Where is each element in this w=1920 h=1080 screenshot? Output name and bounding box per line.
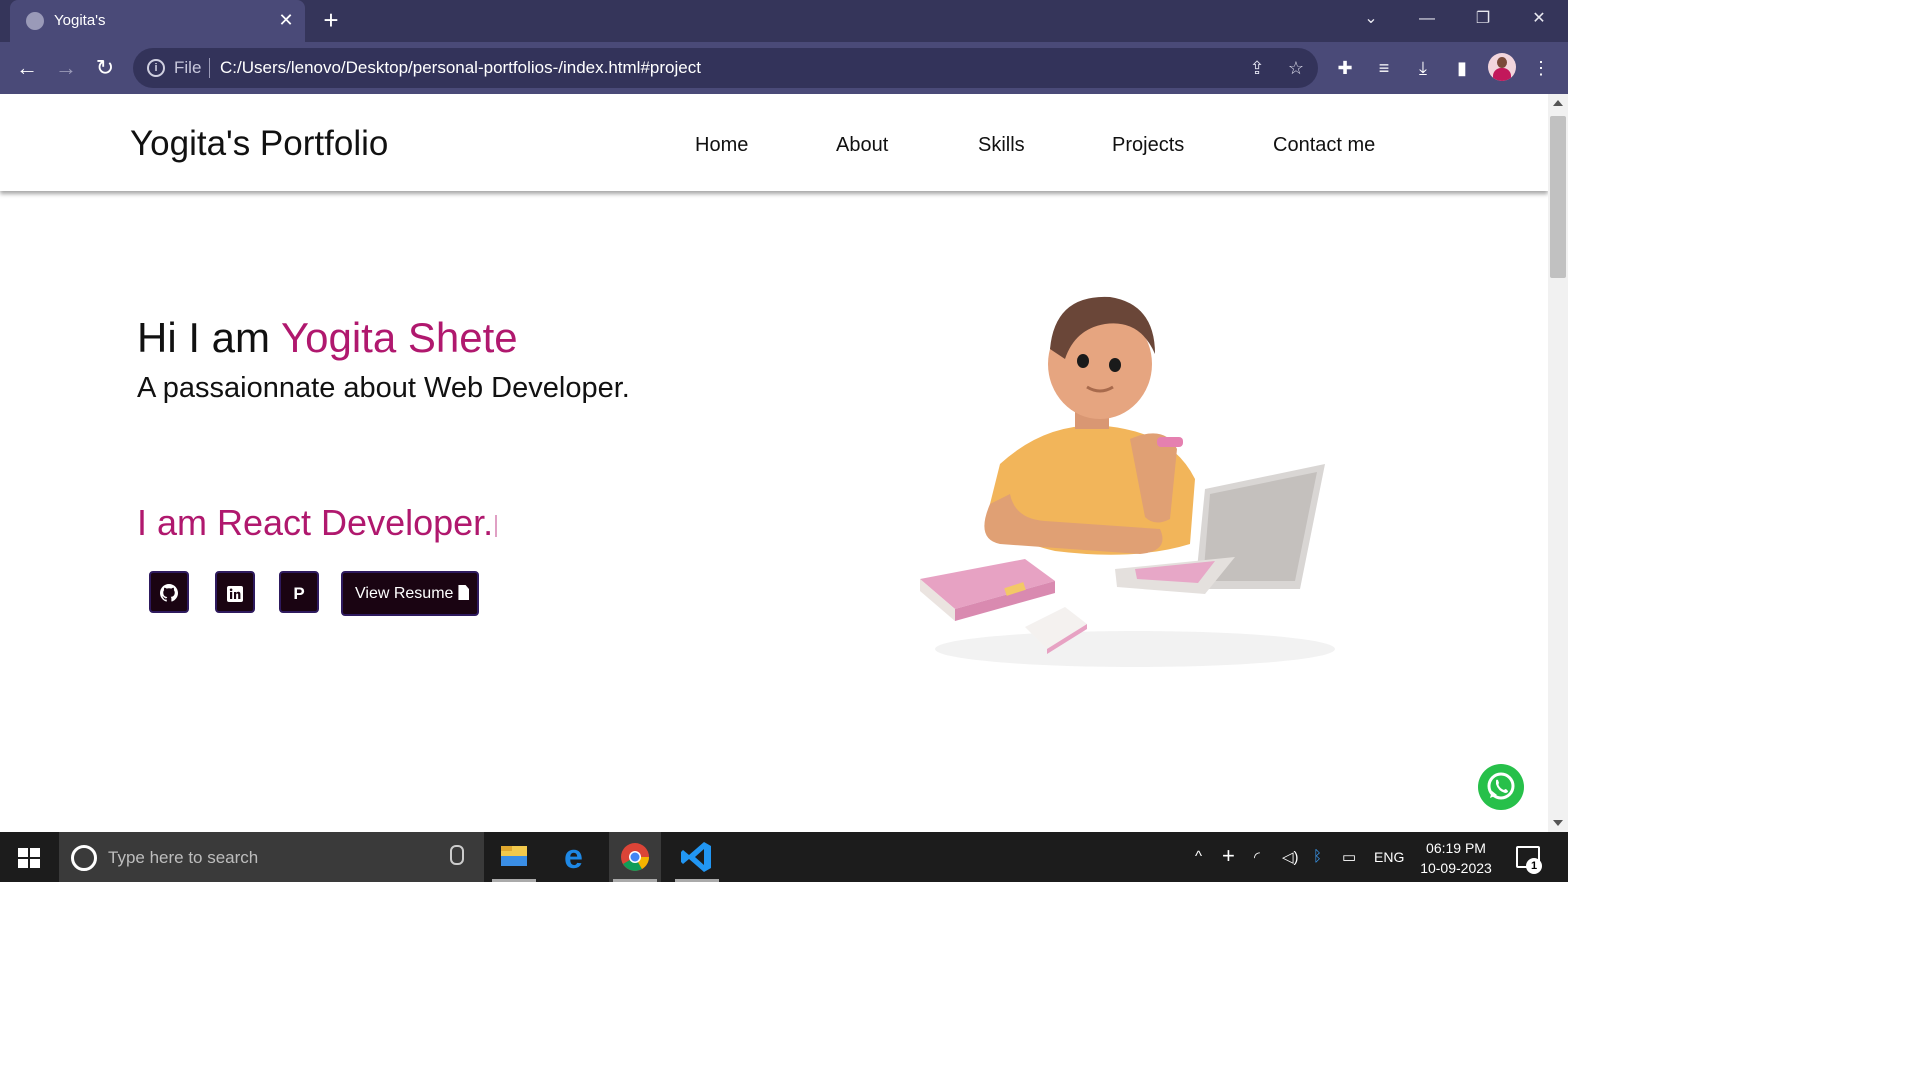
globe-icon (26, 12, 44, 30)
p-letter-icon: P (293, 584, 305, 603)
taskbar-search-box[interactable]: Type here to search (59, 832, 484, 882)
bluetooth-icon[interactable]: ᛒ (1313, 848, 1322, 865)
page-viewport: Yogita's Portfolio Home About Skills Pro… (0, 94, 1548, 832)
page-scrollbar[interactable] (1548, 94, 1568, 832)
volume-icon[interactable]: ◁) (1282, 848, 1299, 866)
scroll-down-arrow-icon[interactable] (1553, 820, 1563, 826)
vscode-taskbar-app[interactable] (671, 832, 723, 882)
close-tab-icon[interactable]: ✕ (274, 8, 298, 32)
cortana-icon (71, 845, 97, 871)
typing-caret (495, 515, 498, 537)
hero-tagline: A passaionnate about Web Developer. (137, 372, 630, 404)
hero-greeting: Hi I am (137, 314, 281, 361)
clock-date: 10-09-2023 (1420, 860, 1492, 876)
scroll-up-arrow-icon[interactable] (1553, 100, 1563, 106)
github-icon (160, 584, 178, 602)
nav-home[interactable]: Home (695, 134, 748, 157)
plus-tray-icon[interactable]: + (1222, 843, 1235, 869)
bookmark-star-icon[interactable]: ☆ (1284, 56, 1308, 80)
nav-skills[interactable]: Skills (978, 134, 1025, 157)
whatsapp-button[interactable] (1478, 764, 1524, 810)
new-tab-button[interactable]: + (318, 7, 344, 34)
hero-name: Yogita Shete (280, 314, 518, 361)
windows-taskbar: Type here to search e ^ + ◜ ◁) ᛒ ▭ ENG 0… (0, 832, 1568, 882)
reload-icon[interactable]: ↻ (91, 54, 119, 82)
side-panel-icon[interactable]: ▮ (1448, 54, 1476, 82)
nav-contact[interactable]: Contact me (1273, 134, 1375, 157)
browser-tab[interactable]: Yogita's ✕ (10, 0, 305, 42)
developer-illustration (920, 296, 1335, 667)
chrome-taskbar-app[interactable] (609, 832, 661, 882)
back-arrow-icon[interactable]: ← (13, 54, 41, 82)
restore-button[interactable]: ❐ (1463, 6, 1503, 32)
close-window-button[interactable]: ✕ (1519, 6, 1559, 32)
view-resume-label: View Resume (355, 585, 454, 602)
language-indicator[interactable]: ENG (1374, 849, 1404, 865)
tab-search-icon[interactable]: ⌄ (1351, 6, 1391, 32)
address-bar[interactable]: i File C:/Users/lenovo/Desktop/personal-… (133, 48, 1318, 88)
system-clock[interactable]: 06:19 PM 10-09-2023 (1418, 838, 1494, 878)
hero-heading: Hi I am Yogita Shete (137, 314, 518, 362)
linkedin-icon (227, 586, 243, 602)
scroll-thumb[interactable] (1550, 116, 1566, 278)
whatsapp-icon (1487, 772, 1515, 800)
taskbar-search-placeholder: Type here to search (108, 848, 259, 867)
view-resume-button[interactable]: View Resume (341, 571, 479, 616)
kebab-menu-icon[interactable]: ⋮ (1527, 54, 1555, 82)
minimize-button[interactable]: — (1407, 6, 1447, 32)
download-icon[interactable]: ⤓ (1409, 54, 1437, 82)
forward-arrow-icon[interactable]: → (52, 54, 80, 82)
folder-icon (501, 846, 527, 866)
document-icon (458, 585, 470, 600)
share-icon[interactable]: ⇪ (1245, 56, 1269, 80)
github-button[interactable] (149, 571, 189, 613)
nav-about[interactable]: About (836, 134, 888, 157)
p-profile-button[interactable]: P (279, 571, 319, 613)
microphone-icon[interactable] (450, 845, 464, 865)
edge-taskbar-app[interactable]: e (549, 832, 601, 882)
file-scheme-label: File (174, 58, 202, 77)
notification-count-badge: 1 (1526, 858, 1542, 874)
vscode-icon (681, 842, 711, 872)
show-hidden-icons-chevron-icon[interactable]: ^ (1195, 848, 1202, 865)
clock-time: 06:19 PM (1426, 840, 1486, 856)
media-playlist-icon[interactable]: ≡ (1370, 54, 1398, 82)
tab-title: Yogita's (54, 12, 106, 29)
battery-icon[interactable]: ▭ (1342, 848, 1356, 866)
url-text[interactable]: C:/Users/lenovo/Desktop/personal-portfol… (220, 58, 701, 78)
windows-start-icon[interactable] (18, 848, 40, 868)
typed-role-label: I am React Developer. (137, 502, 494, 543)
chrome-icon (621, 843, 649, 871)
typed-role-text: I am React Developer. (137, 502, 498, 544)
site-brand[interactable]: Yogita's Portfolio (130, 124, 388, 164)
browser-tab-strip: Yogita's ✕ + ⌄ — ❐ ✕ (0, 0, 1568, 42)
wifi-icon[interactable]: ◜ (1254, 848, 1260, 866)
nav-projects[interactable]: Projects (1112, 134, 1184, 157)
info-icon[interactable]: i (147, 59, 165, 77)
extensions-puzzle-icon[interactable]: ✚ (1331, 54, 1359, 82)
browser-toolbar: ← → ↻ i File C:/Users/lenovo/Desktop/per… (0, 42, 1568, 94)
site-navbar: Yogita's Portfolio Home About Skills Pro… (0, 94, 1548, 191)
edge-icon: e (564, 838, 583, 876)
address-separator (209, 58, 210, 78)
linkedin-button[interactable] (215, 571, 255, 613)
profile-avatar[interactable] (1488, 53, 1516, 81)
svg-text:e: e (564, 838, 583, 876)
file-explorer-taskbar-app[interactable] (488, 832, 540, 882)
